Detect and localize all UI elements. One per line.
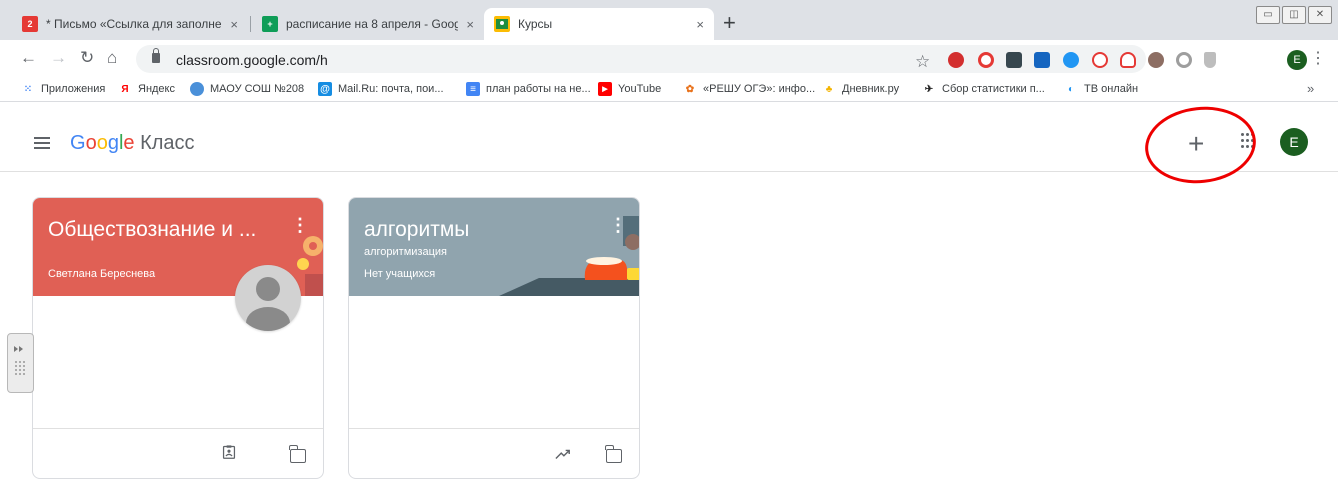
opera-icon[interactable] [978,52,994,68]
main-menu-icon[interactable] [34,137,50,149]
bookmark-reshu[interactable]: ✿ «РЕШУ ОГЭ»: инфо... [683,82,815,96]
bookmark-label: Дневник.ру [842,83,900,95]
window-controls: ▭ ◫ ✕ [1256,6,1332,24]
course-card[interactable]: алгоритмы алгоритмизация Нет учащихся ⋮ [348,197,640,479]
adblock-icon[interactable] [948,52,964,68]
google-wordmark: Google [70,132,135,154]
mail-favicon-icon: 2 [22,16,38,32]
tab-schedule[interactable]: + расписание на 8 апреля - Google × [252,8,484,40]
bookmark-label: «РЕШУ ОГЭ»: инфо... [703,83,816,95]
course-options-icon[interactable]: ⋮ [291,216,309,234]
bookmark-label: Mail.Ru: почта, пои... [338,83,444,95]
cloud-icon[interactable] [1120,52,1136,68]
bookmark-plan[interactable]: ≡ план работы на не... [466,82,591,96]
product-name: Класс [140,132,195,154]
bookmark-label: Сбор статистики п... [942,83,1045,95]
browser-profile-avatar[interactable]: E [1287,50,1307,70]
course-card[interactable]: Обществознание и ... Светлана Береснева … [32,197,324,479]
tab-close-icon[interactable]: × [466,17,474,32]
course-student-count: Нет учащихся [364,268,436,280]
youtube-icon: ▶ [598,82,612,96]
bookmarks-bar: ⁙ Приложения Я Яндекс МАОУ СОШ №208 @ Ma… [0,76,1338,102]
bookmark-label: YouTube [618,83,662,95]
classroom-favicon-icon [494,16,510,32]
side-panel-handle[interactable] [7,333,34,393]
tv-icon: ◐ [1067,83,1075,95]
tab-title: * Письмо «Ссылка для заполнения [46,17,223,31]
cloud-upload-icon[interactable] [1063,52,1079,68]
back-arrow-icon[interactable]: ← [20,48,37,68]
classroom-header: Google Класс + E [0,102,1338,172]
home-icon[interactable]: ⌂ [107,48,117,68]
bookmark-yandex[interactable]: Я Яндекс [118,82,175,96]
bookmark-label: Приложения [41,83,106,95]
minimize-icon[interactable]: ▭ [1256,6,1280,24]
extension-circle-icon[interactable] [1092,52,1108,68]
course-teacher[interactable]: Светлана Береснева [48,268,155,280]
course-card-header[interactable]: алгоритмы алгоритмизация Нет учащихся ⋮ [349,198,639,296]
apps-grid-icon: ⁙ [23,83,33,95]
course-section: алгоритмизация [364,246,447,258]
tab-close-icon[interactable]: × [230,17,238,32]
bookmark-mailru[interactable]: @ Mail.Ru: почта, пои... [318,82,444,96]
bookmark-school[interactable]: МАОУ СОШ №208 [190,82,304,96]
new-tab-button[interactable]: + [723,12,736,34]
course-card-footer [349,428,639,478]
reshu-icon: ✿ [685,83,695,95]
assignment-icon[interactable] [221,445,237,459]
extension-face-icon[interactable] [1148,52,1164,68]
tab-title: Курсы [518,17,553,31]
account-avatar[interactable]: E [1280,128,1308,156]
course-options-icon[interactable]: ⋮ [609,216,627,234]
bird-icon: ✈ [924,83,934,95]
close-window-icon[interactable]: ✕ [1308,6,1332,24]
bookmark-dnevnik[interactable]: ♣ Дневник.ру [822,82,899,96]
lock-icon [152,48,160,63]
course-title[interactable]: Обществознание и ... [48,218,256,242]
extension-gray-icon[interactable] [1176,52,1192,68]
tab-title: расписание на 8 апреля - Google [286,17,459,31]
bookmark-label: ТВ онлайн [1084,83,1139,95]
bookmark-apps[interactable]: ⁙ Приложения [21,82,106,96]
extension-new-icon[interactable] [1034,52,1050,68]
bookmark-star-icon[interactable]: ☆ [915,52,930,72]
sheets-favicon-icon: + [262,16,278,32]
extension-s-icon[interactable] [1006,52,1022,68]
reload-icon[interactable]: ↻ [80,48,94,68]
course-card-footer [33,428,323,478]
bookmark-tv[interactable]: ◐ ТВ онлайн [1064,82,1138,96]
bookmark-stats[interactable]: ✈ Сбор статистики п... [922,82,1045,96]
teacher-avatar [235,265,301,331]
folder-icon[interactable] [605,445,622,463]
yandex-icon: Я [121,83,129,95]
person-icon [246,277,290,331]
tab-divider [250,16,251,32]
tab-mail[interactable]: 2 * Письмо «Ссылка для заполнения × [12,8,248,40]
docs-icon: ≡ [466,82,480,96]
bookmark-label: Яндекс [138,83,175,95]
browser-tab-strip: 2 * Письмо «Ссылка для заполнения × + ра… [0,0,1338,40]
mailru-icon: @ [318,82,332,96]
folder-icon[interactable] [289,445,306,463]
course-title[interactable]: алгоритмы [364,218,469,242]
shield-icon[interactable] [1204,52,1216,68]
restore-icon[interactable]: ◫ [1282,6,1306,24]
dnevnik-icon: ♣ [825,83,833,95]
globe-icon [190,82,204,96]
address-bar[interactable]: classroom.google.com/h [136,45,1146,73]
bookmarks-overflow-button[interactable]: » [1307,81,1314,96]
trending-icon[interactable] [555,447,571,461]
bookmark-label: план работы на не... [486,83,591,95]
forward-arrow-icon[interactable]: → [50,48,67,68]
tab-courses[interactable]: Курсы × [484,8,714,40]
expand-handle-icon [14,346,25,375]
classroom-logo[interactable]: Google Класс [70,132,195,155]
url-text: classroom.google.com/h [176,52,328,68]
browser-menu-icon[interactable]: ⋮ [1310,50,1326,68]
bookmark-label: МАОУ СОШ №208 [210,83,305,95]
bookmark-youtube[interactable]: ▶ YouTube [598,82,661,96]
tab-close-icon[interactable]: × [696,17,704,32]
